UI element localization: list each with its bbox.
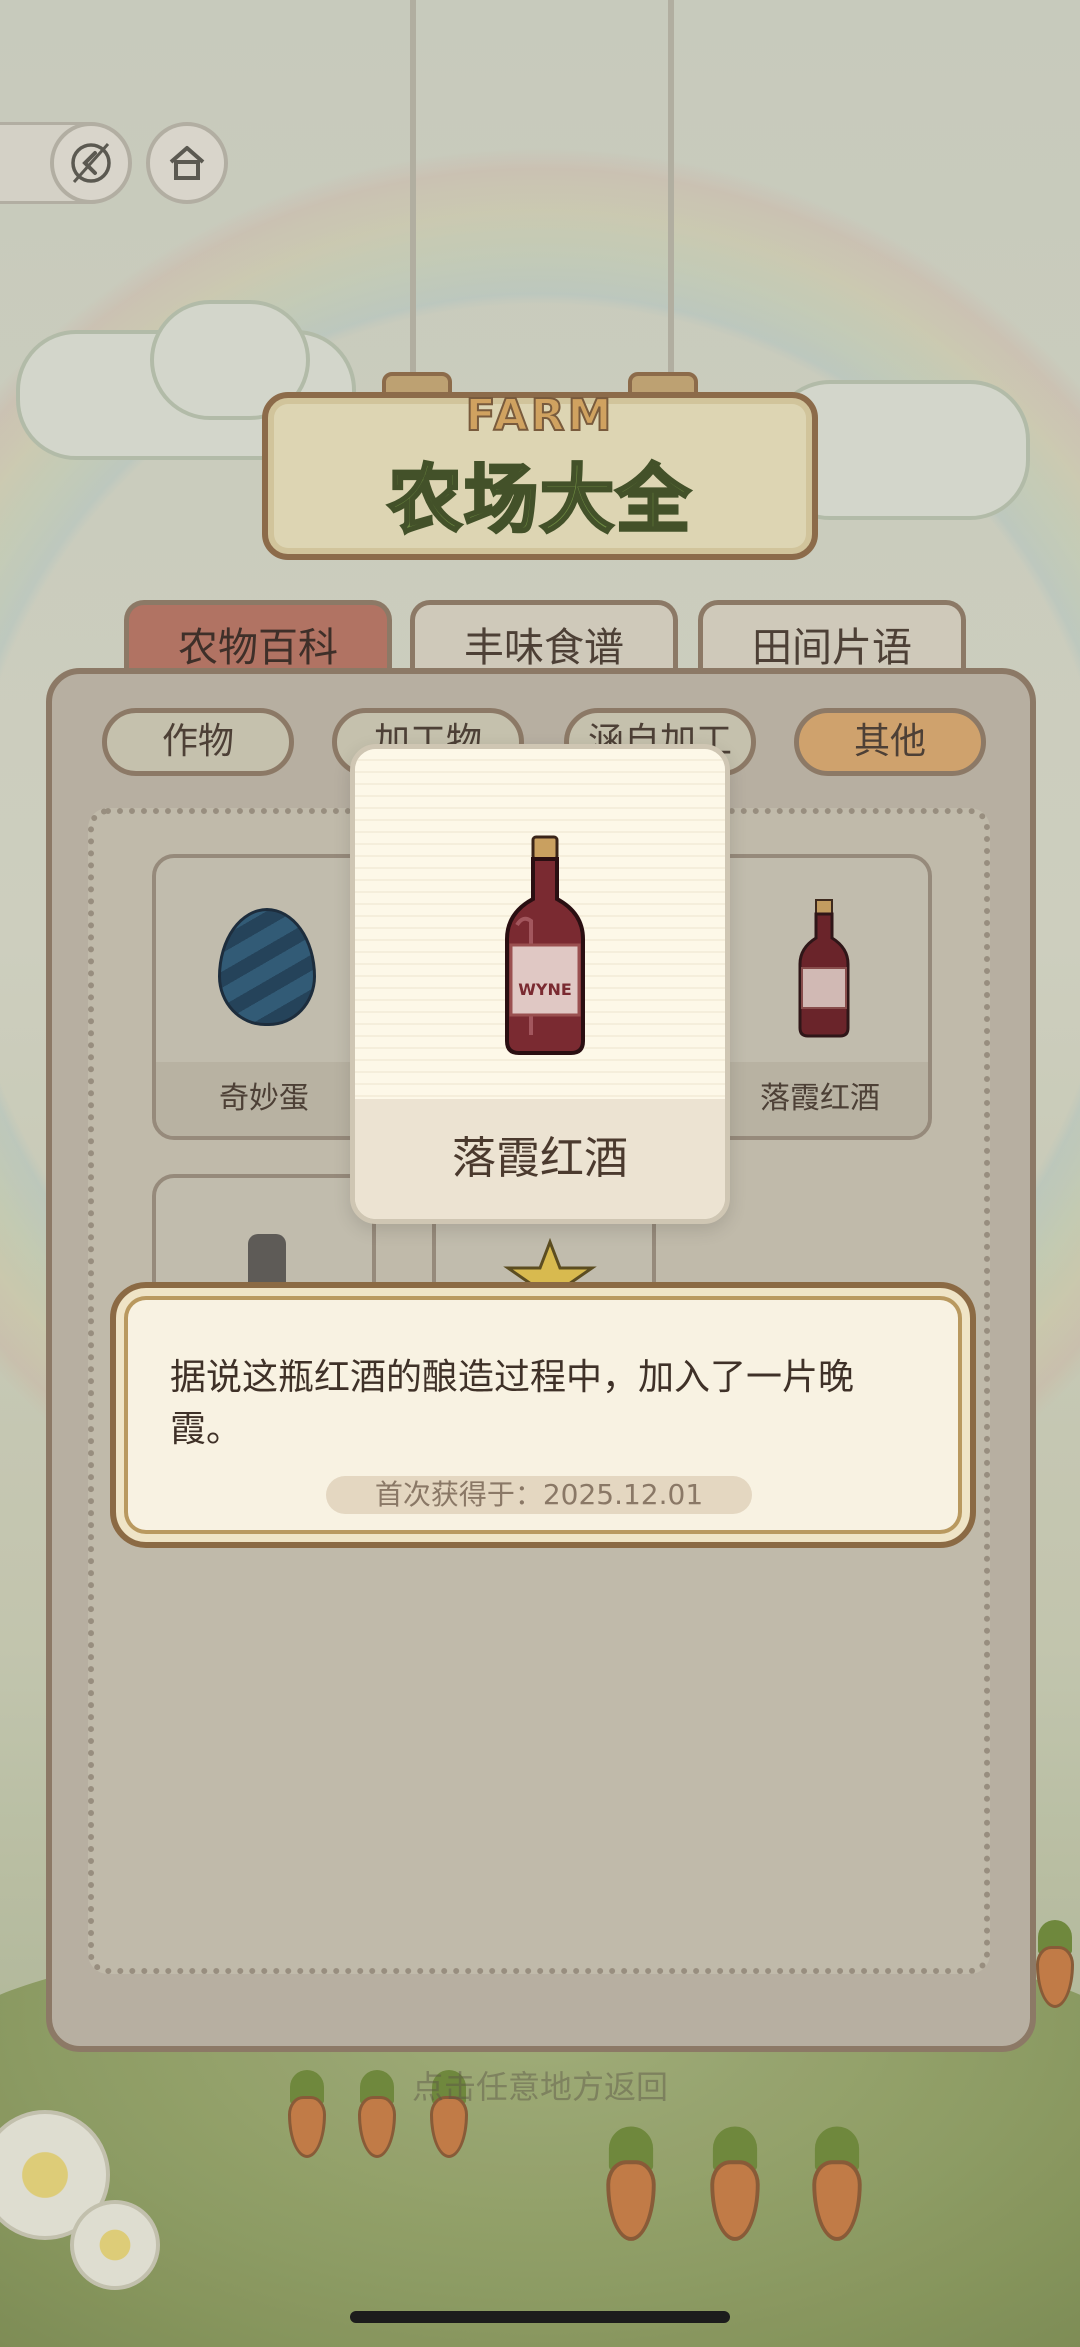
carrot-icon xyxy=(805,2126,870,2244)
logo-title-text: 农场大全 xyxy=(387,456,692,545)
wine-bottle-icon xyxy=(798,899,850,1038)
item-detail-name: 落霞红酒 xyxy=(355,1099,725,1219)
bottle-label-text: WYNE xyxy=(518,980,572,999)
carrot-icon xyxy=(1030,1920,1080,2010)
first-obtained-date: 首次获得于：2025.12.01 xyxy=(326,1476,752,1514)
item-name: 奇妙蛋 xyxy=(156,1062,372,1136)
hanging-rope xyxy=(410,0,416,420)
subtab-other[interactable]: 其他 xyxy=(794,708,986,776)
item-name: 落霞红酒 xyxy=(712,1062,928,1136)
egg-icon xyxy=(218,908,316,1026)
home-button[interactable] xyxy=(146,122,228,204)
home-indicator[interactable] xyxy=(350,2311,730,2323)
home-icon xyxy=(169,146,205,180)
logo-title: 农场大全 xyxy=(262,440,818,547)
subtab-crops[interactable]: 作物 xyxy=(102,708,294,776)
item-detail-card: WYNE 落霞红酒 xyxy=(350,744,730,1224)
item-image-area: WYNE xyxy=(355,749,725,1109)
carrot-icon xyxy=(703,2126,768,2244)
tap-to-return-hint[interactable]: 点击任意地方返回 xyxy=(0,2062,1080,2108)
item-card-egg[interactable]: 奇妙蛋 xyxy=(152,854,376,1140)
wine-bottle-icon: WYNE xyxy=(505,835,585,1055)
hanging-rope xyxy=(668,0,674,420)
item-card-wine[interactable]: 落霞红酒 xyxy=(708,854,932,1140)
carrot-icon xyxy=(599,2126,664,2244)
flower-icon xyxy=(70,2200,160,2290)
back-button[interactable] xyxy=(50,122,132,204)
back-arrow-icon xyxy=(71,142,111,184)
item-description: 据说这瓶红酒的酿造过程中，加入了一片晚霞。 xyxy=(170,1357,855,1450)
